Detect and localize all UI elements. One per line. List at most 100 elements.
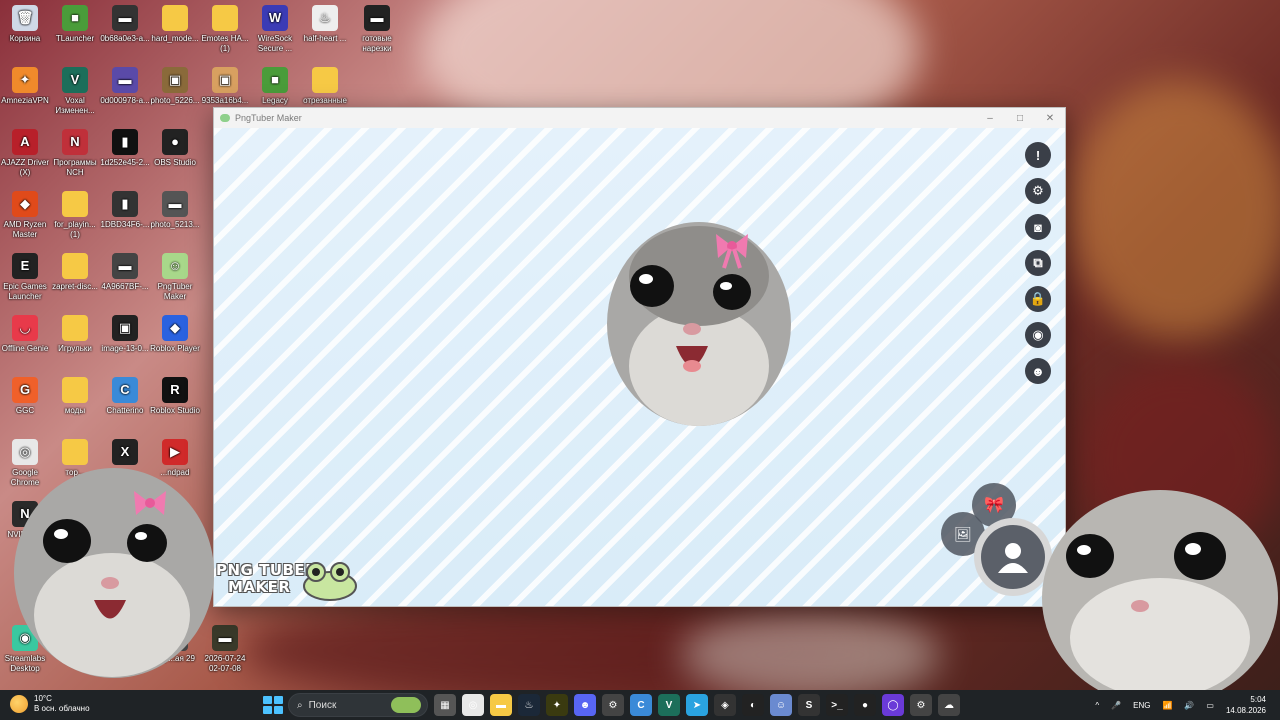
- desktop-icon-glyph: ▬: [162, 191, 188, 217]
- hamster-avatar[interactable]: [604, 206, 794, 431]
- settings-icon[interactable]: ⚙: [1025, 178, 1051, 204]
- clock-time: 5:04: [1250, 695, 1266, 704]
- desktop-icon[interactable]: моды: [50, 377, 100, 416]
- taskbar-folder-icon[interactable]: ▬: [490, 694, 512, 716]
- taskbar-app-yellow-icon[interactable]: ✦: [546, 694, 568, 716]
- desktop-icon-label: half-heart ...: [303, 34, 347, 43]
- taskbar-nvidia-icon[interactable]: ◐: [742, 694, 764, 716]
- desktop-icon[interactable]: W WireSock Secure ...: [250, 5, 300, 54]
- edit-scene-icon[interactable]: ⧉: [1025, 250, 1051, 276]
- frog-logo-icon: [303, 562, 357, 601]
- desktop-icon[interactable]: N Программы NCH: [50, 129, 100, 178]
- desktop-icon-glyph: C: [112, 377, 138, 403]
- desktop-icon[interactable]: ▣ 9353a16b4...: [200, 67, 250, 106]
- desktop-icon[interactable]: ◆ AMD Ryzen Master: [0, 191, 50, 240]
- discord-icon[interactable]: ☻: [1025, 358, 1051, 384]
- desktop-icon[interactable]: Игрульки: [50, 315, 100, 354]
- taskbar-obs-icon[interactable]: ●: [854, 694, 876, 716]
- desktop-icon[interactable]: zapret-disc...: [50, 253, 100, 292]
- desktop-icon-glyph: ▮: [112, 191, 138, 217]
- desktop-icon-label: Roblox Player: [150, 344, 200, 353]
- taskbar-app-ring-icon[interactable]: ◯: [882, 694, 904, 716]
- weather-temp: 10°C: [34, 694, 52, 703]
- microphone-icon[interactable]: 🎤: [1111, 701, 1121, 710]
- desktop-icon[interactable]: ▣ image-13-0...: [100, 315, 150, 354]
- view-icon[interactable]: ◉: [1025, 322, 1051, 348]
- title-bar[interactable]: PngTuber Maker – □ ✕: [214, 108, 1065, 128]
- taskbar-cloud-icon[interactable]: ☁: [938, 694, 960, 716]
- window-title: PngTuber Maker: [235, 113, 302, 123]
- taskbar-unity-icon[interactable]: ◈: [714, 694, 736, 716]
- taskbar-telegram-icon[interactable]: ➤: [686, 694, 708, 716]
- desktop-icon-label: photo_5213...: [150, 220, 200, 229]
- desktop-icon[interactable]: ✦ AmneziaVPN: [0, 67, 50, 106]
- desktop-icon[interactable]: ☺ PngTuber Maker: [150, 253, 200, 302]
- desktop-icon[interactable]: ◆ Roblox Player: [150, 315, 200, 354]
- close-button[interactable]: ✕: [1035, 108, 1065, 128]
- taskbar-settings-app-icon[interactable]: ⚙: [602, 694, 624, 716]
- battery-icon[interactable]: ▭: [1206, 701, 1214, 710]
- desktop-icon-glyph: ▣: [212, 67, 238, 93]
- info-icon[interactable]: !: [1025, 142, 1051, 168]
- desktop-icon-label: OBS Studio: [154, 158, 196, 167]
- taskbar-chrome-icon[interactable]: ◎: [462, 694, 484, 716]
- taskbar-chatterino-icon[interactable]: C: [630, 694, 652, 716]
- desktop-icon[interactable]: отрезанные: [300, 67, 350, 106]
- desktop-icon[interactable]: ◡ Offline Genie: [0, 315, 50, 354]
- taskbar-terminal-icon[interactable]: >_: [826, 694, 848, 716]
- taskbar-file-explorer-icon[interactable]: ▦: [434, 694, 456, 716]
- desktop-icon[interactable]: R Roblox Studio: [150, 377, 200, 416]
- desktop-icon[interactable]: ■ TLauncher: [50, 5, 100, 44]
- desktop-icon[interactable]: V Voxal Изменен...: [50, 67, 100, 116]
- desktop-icon-glyph: ▬: [364, 5, 390, 31]
- desktop-icon[interactable]: ▮ 1DBD34F6-...: [100, 191, 150, 230]
- taskbar-discord-icon[interactable]: ☻: [574, 694, 596, 716]
- weather-icon: [10, 695, 28, 713]
- hamster-overlay-right: [1042, 490, 1278, 690]
- desktop-icon-glyph: E: [12, 253, 38, 279]
- desktop-icon-label: моды: [64, 406, 86, 415]
- desktop-icon[interactable]: ▬ 4A9667BF-...: [100, 253, 150, 292]
- desktop-icon[interactable]: ▣ photo_5226...: [150, 67, 200, 106]
- start-button[interactable]: [262, 695, 283, 715]
- maximize-button[interactable]: □: [1005, 108, 1035, 128]
- language-indicator[interactable]: ENG: [1133, 701, 1150, 710]
- taskbar-voxal-icon[interactable]: V: [658, 694, 680, 716]
- lock-icon[interactable]: 🔒: [1025, 286, 1051, 312]
- minimize-button[interactable]: –: [975, 108, 1005, 128]
- clock[interactable]: 5:04 14.08.2026: [1226, 694, 1266, 716]
- desktop-icon-label: image-13-0...: [101, 344, 149, 353]
- desktop-icon[interactable]: ♨ half-heart ...: [300, 5, 350, 44]
- pngtuber-logo: PNG TUBER MAKER: [216, 560, 357, 602]
- desktop-icon[interactable]: ▬ готовые нарезки: [352, 5, 402, 54]
- desktop-icon[interactable]: ▬ 0b68a0e3-a...: [100, 5, 150, 44]
- desktop-icon-label: Roblox Studio: [150, 406, 200, 415]
- avatar-canvas[interactable]: ! ⚙ ◙ ⧉ 🔒 ◉ ☻ PNG TUBER MAKER: [214, 128, 1065, 606]
- desktop-icon[interactable]: ▬ 0d000978-a...: [100, 67, 150, 106]
- desktop-icon-label: hard_mode...: [151, 34, 199, 43]
- taskbar-steam-icon[interactable]: ♨: [518, 694, 540, 716]
- desktop-icon[interactable]: hard_mode...: [150, 5, 200, 44]
- taskbar-pngtuber-icon[interactable]: ☺: [770, 694, 792, 716]
- taskbar-app-s-icon[interactable]: S: [798, 694, 820, 716]
- weather-widget[interactable]: 10°C В осн. облачно: [10, 694, 90, 714]
- desktop-icon[interactable]: G GGC: [0, 377, 50, 416]
- desktop-icon[interactable]: ▬ photo_5213...: [150, 191, 200, 230]
- desktop-icon[interactable]: ■ Legacy: [250, 67, 300, 106]
- wifi-icon[interactable]: 📶: [1162, 701, 1172, 710]
- desktop-icon[interactable]: for_playin... (1): [50, 191, 100, 240]
- desktop-icon[interactable]: E Epic Games Launcher: [0, 253, 50, 302]
- desktop-icon[interactable]: 🗑 Корзина: [0, 5, 50, 44]
- tray-chevron-icon[interactable]: ^: [1095, 701, 1099, 710]
- search-box[interactable]: ⌕ Поиск: [288, 693, 428, 717]
- system-tray: ^ 🎤 ENG 📶 🔊 ▭ 5:04 14.08.2026: [1095, 690, 1266, 720]
- taskbar-gear-icon[interactable]: ⚙: [910, 694, 932, 716]
- desktop-icon[interactable]: Emotes HA... (1): [200, 5, 250, 54]
- desktop-icon[interactable]: C Chatterino: [100, 377, 150, 416]
- camera-icon[interactable]: ◙: [1025, 214, 1051, 240]
- desktop-icon[interactable]: A AJAZZ Driver (X): [0, 129, 50, 178]
- volume-icon[interactable]: 🔊: [1184, 701, 1194, 710]
- desktop-icon-glyph: ◡: [12, 315, 38, 341]
- desktop-icon[interactable]: ● OBS Studio: [150, 129, 200, 168]
- desktop-icon[interactable]: ▮ 1d252e45-2...: [100, 129, 150, 168]
